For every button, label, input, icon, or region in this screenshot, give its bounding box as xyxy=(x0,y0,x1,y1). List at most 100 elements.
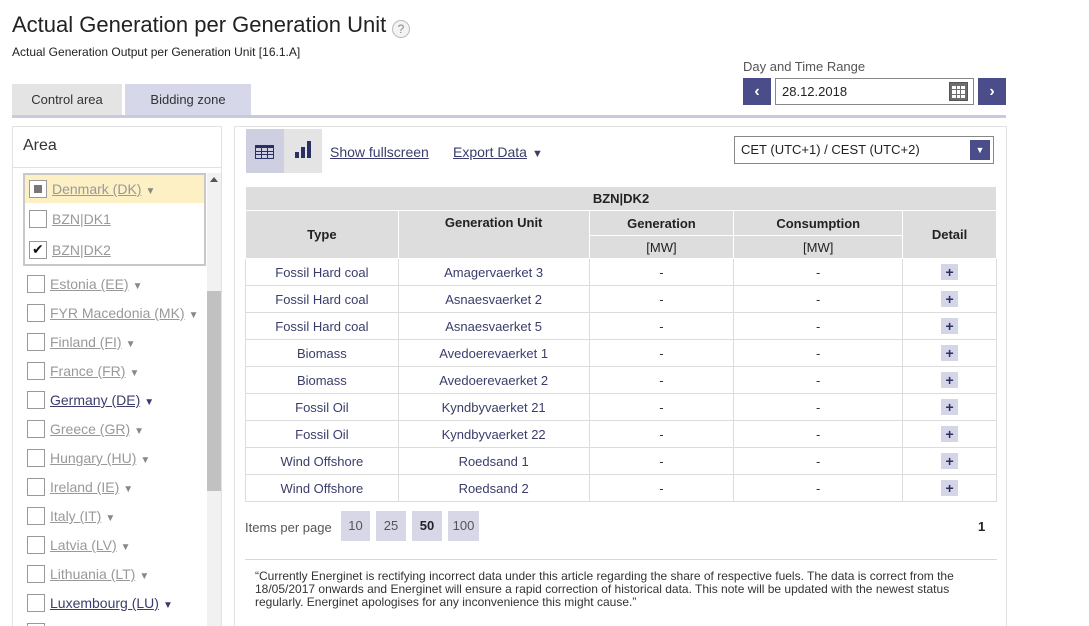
area-scrollbar[interactable] xyxy=(207,173,221,626)
expand-caret-icon[interactable]: ▼ xyxy=(126,339,136,350)
area-item-luxembourg[interactable]: Luxembourg (LU) ▼ xyxy=(50,595,173,611)
checkbox-lithuania[interactable] xyxy=(27,565,45,583)
next-day-button[interactable]: › xyxy=(978,78,1006,105)
expand-caret-icon[interactable]: ▼ xyxy=(189,310,199,321)
previous-day-button[interactable]: ‹ xyxy=(743,78,771,105)
chart-view-button[interactable] xyxy=(284,129,322,173)
expand-caret-icon[interactable]: ▼ xyxy=(140,455,150,466)
items-per-page-50[interactable]: 50 xyxy=(412,511,442,541)
area-item-germany[interactable]: Germany (DE) ▼ xyxy=(50,392,154,408)
checkbox-bzn-dk2[interactable] xyxy=(29,241,47,259)
cell-generation-unit: Roedsand 2 xyxy=(397,474,590,502)
cell-detail: + xyxy=(902,285,997,313)
timezone-select[interactable]: CET (UTC+1) / CEST (UTC+2) ▼ xyxy=(734,136,994,164)
detail-plus-icon[interactable]: + xyxy=(941,426,959,442)
table-grid-icon xyxy=(255,145,274,159)
checkbox-denmark[interactable] xyxy=(29,180,47,198)
cell-type: Biomass xyxy=(245,366,399,394)
export-data-dropdown[interactable]: Export Data ▼ xyxy=(453,144,543,160)
checkbox-estonia[interactable] xyxy=(27,275,45,293)
expand-caret-icon[interactable]: ▼ xyxy=(145,186,155,197)
expand-caret-icon[interactable]: ▼ xyxy=(121,542,131,553)
area-title: Area xyxy=(23,137,57,154)
tab-control-area[interactable]: Control area xyxy=(12,84,122,115)
show-fullscreen-link[interactable]: Show fullscreen xyxy=(330,144,429,160)
denmark-group: Denmark (DK)▼ BZN|DK1 BZN|DK2 xyxy=(23,173,206,266)
help-icon[interactable]: ? xyxy=(392,20,410,38)
items-per-page-100[interactable]: 100 xyxy=(448,511,479,541)
date-input[interactable] xyxy=(775,78,974,105)
checkbox-greece[interactable] xyxy=(27,420,45,438)
table-row: Fossil Oil Kyndbyvaerket 21- - + xyxy=(245,393,997,421)
area-item-finland[interactable]: Finland (FI) ▼ xyxy=(50,334,135,350)
checkbox-germany[interactable] xyxy=(27,391,45,409)
area-item-france[interactable]: France (FR) ▼ xyxy=(50,363,139,379)
detail-plus-icon[interactable]: + xyxy=(941,318,959,334)
detail-plus-icon[interactable]: + xyxy=(941,264,959,280)
chevron-down-icon[interactable]: ▼ xyxy=(970,140,990,160)
area-item-greece[interactable]: Greece (GR) ▼ xyxy=(50,421,144,437)
area-item-estonia[interactable]: Estonia (EE) ▼ xyxy=(50,276,143,292)
area-item-latvia[interactable]: Latvia (LV) ▼ xyxy=(50,537,131,553)
checkbox-finland[interactable] xyxy=(27,333,45,351)
cell-consumption: - xyxy=(733,258,904,286)
expand-caret-icon[interactable]: ▼ xyxy=(123,484,133,495)
area-item-label: Luxembourg (LU) xyxy=(50,595,159,611)
checkbox-fyr-macedonia[interactable] xyxy=(27,304,45,322)
checkbox-luxembourg[interactable] xyxy=(27,594,45,612)
checkbox-hungary[interactable] xyxy=(27,449,45,467)
expand-caret-icon[interactable]: ▼ xyxy=(133,281,143,292)
area-item-label: FYR Macedonia (MK) xyxy=(50,305,185,321)
expand-caret-icon[interactable]: ▼ xyxy=(134,426,144,437)
expand-caret-icon[interactable]: ▼ xyxy=(139,571,149,582)
current-page-number[interactable]: 1 xyxy=(978,519,985,534)
table-row: Wind Offshore Roedsand 1- - + xyxy=(245,447,997,475)
scroll-up-arrow-icon[interactable] xyxy=(210,177,218,182)
checkbox-bzn-dk1[interactable] xyxy=(29,210,47,228)
checkbox-latvia[interactable] xyxy=(27,536,45,554)
cell-generation-unit: Amagervaerket 3 xyxy=(397,258,590,286)
area-item-denmark[interactable]: Denmark (DK) ▼ xyxy=(52,181,155,197)
checkbox-italy[interactable] xyxy=(27,507,45,525)
detail-plus-icon[interactable]: + xyxy=(941,291,959,307)
table-view-button[interactable] xyxy=(246,129,284,173)
chevron-right-icon: › xyxy=(989,83,995,100)
area-divider xyxy=(13,167,221,168)
scroll-thumb[interactable] xyxy=(207,291,221,491)
cell-type: Wind Offshore xyxy=(245,474,399,502)
cell-consumption: - xyxy=(733,447,904,475)
area-item-fyr-macedonia[interactable]: FYR Macedonia (MK) ▼ xyxy=(50,305,199,321)
area-item-bzn-dk1[interactable]: BZN|DK1 xyxy=(52,211,111,227)
expand-caret-icon[interactable]: ▼ xyxy=(129,368,139,379)
area-item-hungary[interactable]: Hungary (HU) ▼ xyxy=(50,450,150,466)
tab-bidding-zone[interactable]: Bidding zone xyxy=(125,84,251,115)
checkbox-france[interactable] xyxy=(27,362,45,380)
calendar-icon[interactable] xyxy=(949,82,968,101)
area-item-label: Estonia (EE) xyxy=(50,276,129,292)
area-item-label: Germany (DE) xyxy=(50,392,141,408)
expand-caret-icon[interactable]: ▼ xyxy=(144,397,154,408)
cell-consumption: - xyxy=(733,420,904,448)
detail-plus-icon[interactable]: + xyxy=(941,399,959,415)
area-item-bzn-dk2[interactable]: BZN|DK2 xyxy=(52,242,111,258)
detail-plus-icon[interactable]: + xyxy=(941,372,959,388)
cell-generation-unit: Kyndbyvaerket 22 xyxy=(397,420,590,448)
items-per-page-10[interactable]: 10 xyxy=(341,511,370,541)
detail-plus-icon[interactable]: + xyxy=(941,345,959,361)
area-item-lithuania[interactable]: Lithuania (LT) ▼ xyxy=(50,566,149,582)
table-row: Fossil Hard coal Asnaesvaerket 2- - + xyxy=(245,285,997,313)
detail-plus-icon[interactable]: + xyxy=(941,480,959,496)
cell-type: Fossil Hard coal xyxy=(245,258,399,286)
consumption-unit-label: [MW] xyxy=(733,235,904,259)
table-row: Biomass Avedoerevaerket 1- - + xyxy=(245,339,997,367)
cell-detail: + xyxy=(902,339,997,367)
area-item-ireland[interactable]: Ireland (IE) ▼ xyxy=(50,479,133,495)
cell-generation-unit: Kyndbyvaerket 21 xyxy=(397,393,590,421)
detail-plus-icon[interactable]: + xyxy=(941,453,959,469)
checkbox-ireland[interactable] xyxy=(27,478,45,496)
items-per-page-25[interactable]: 25 xyxy=(376,511,406,541)
expand-caret-icon[interactable]: ▼ xyxy=(163,600,173,611)
area-item-italy[interactable]: Italy (IT) ▼ xyxy=(50,508,115,524)
expand-caret-icon[interactable]: ▼ xyxy=(105,513,115,524)
column-header-generation-unit: Generation Unit xyxy=(397,210,590,259)
